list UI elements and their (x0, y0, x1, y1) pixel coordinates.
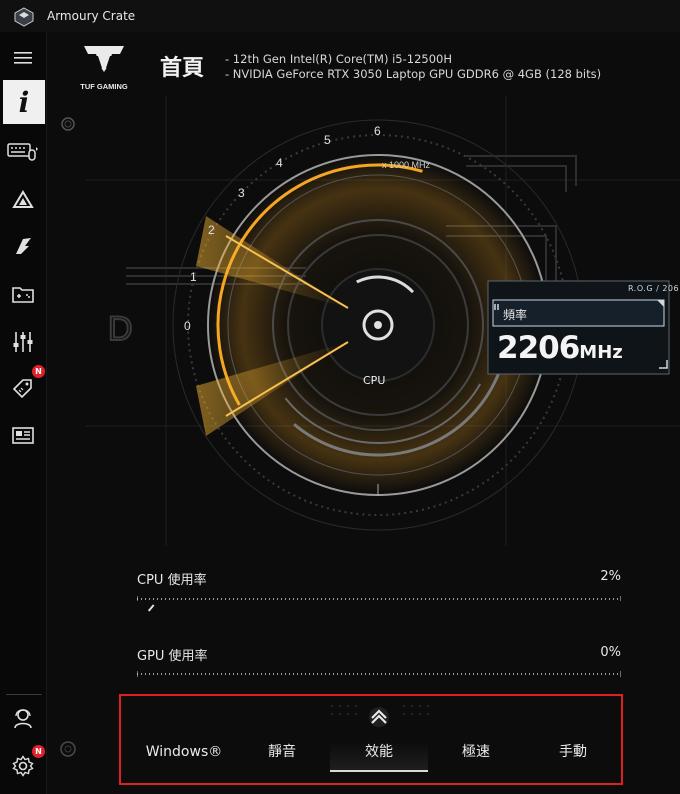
sidebar-item-devices[interactable] (0, 134, 46, 170)
window-title: Armoury Crate (47, 9, 136, 23)
gauge-tick-2: 2 (208, 223, 215, 237)
frequency-value: 2206MHz (497, 330, 623, 366)
sidebar-item-sliders[interactable] (0, 324, 46, 360)
sidebar-item-settings[interactable]: N (0, 745, 46, 784)
mode-performance-button[interactable]: 效能 (330, 742, 428, 772)
cpu-usage-label: CPU 使用率 (137, 573, 207, 588)
side-letter: D (108, 310, 133, 348)
sidebar-item-news[interactable] (0, 418, 46, 454)
gpu-usage-value: 0% (600, 645, 621, 660)
keyboard-mouse-icon (7, 143, 38, 161)
gauge-tick-5: 5 (324, 133, 331, 147)
dot-grid-decoration (331, 705, 429, 715)
aura-triangle-icon (12, 190, 34, 208)
frequency-panel-title: R.O.G / 206 (628, 284, 680, 293)
frequency-number: 2206 (497, 330, 580, 366)
ring-decoration-icon (60, 741, 76, 757)
cpu-usage-bar (137, 596, 621, 612)
user-headset-icon (14, 709, 32, 729)
armoury-blade-icon (16, 238, 31, 254)
sliders-icon (13, 332, 33, 352)
brand-text: TUF GAMING (80, 82, 128, 91)
gauge-tick-0: 0 (184, 319, 191, 333)
gpu-usage-label: GPU 使用率 (137, 649, 208, 664)
sidebar-item-aura[interactable] (0, 182, 46, 218)
gpu-usage-bar (137, 671, 621, 677)
sidebar-item-armoury[interactable] (0, 228, 46, 264)
cpu-spec: - 12th Gen Intel(R) Core(TM) i5-12500H (225, 52, 452, 66)
gamepad-folder-icon (12, 287, 34, 303)
cpu-usage-value: 2% (600, 569, 621, 584)
sidebar-item-deals[interactable]: N (0, 365, 46, 406)
ring-decoration-icon (61, 117, 75, 131)
mode-windows-button[interactable]: Windows® (140, 742, 228, 770)
sidebar-item-game-library[interactable] (0, 276, 46, 312)
tuf-gaming-logo: TUF GAMING (80, 46, 128, 91)
armoury-crate-logo-icon (14, 7, 34, 27)
gpu-spec: - NVIDIA GeForce RTX 3050 Laptop GPU GDD… (225, 67, 602, 81)
frequency-unit: MHz (579, 342, 623, 363)
gear-icon (12, 755, 34, 777)
mode-manual-button[interactable]: 手動 (530, 742, 616, 770)
gauge-tick-4: 4 (276, 156, 283, 170)
deals-badge: N (32, 365, 45, 378)
mode-turbo-button[interactable]: 極速 (434, 742, 518, 770)
price-tag-icon (12, 379, 32, 399)
gauge-center-label: CPU (363, 374, 386, 387)
news-icon (12, 427, 34, 444)
gauge-unit: x 1000 MHz (382, 160, 431, 170)
title-bar: Armoury Crate (0, 0, 680, 32)
menu-button[interactable] (0, 40, 46, 76)
settings-badge: N (32, 745, 45, 758)
info-icon: i (18, 85, 30, 119)
sidebar-item-user[interactable] (0, 700, 46, 736)
gauge-tick-1: 1 (190, 270, 197, 284)
sidebar-item-info[interactable]: i (3, 80, 45, 124)
gauge-tick-6: 6 (374, 124, 381, 138)
hamburger-icon (14, 52, 32, 64)
mode-silent-button[interactable]: 靜音 (240, 742, 324, 770)
sidebar: i N N (0, 32, 47, 794)
gauge-tick-3: 3 (238, 186, 245, 200)
sidebar-divider (6, 694, 42, 695)
frequency-label: 頻率 (503, 308, 528, 322)
cpu-usage-marker (147, 604, 155, 612)
page-title: 首頁 (160, 56, 205, 81)
